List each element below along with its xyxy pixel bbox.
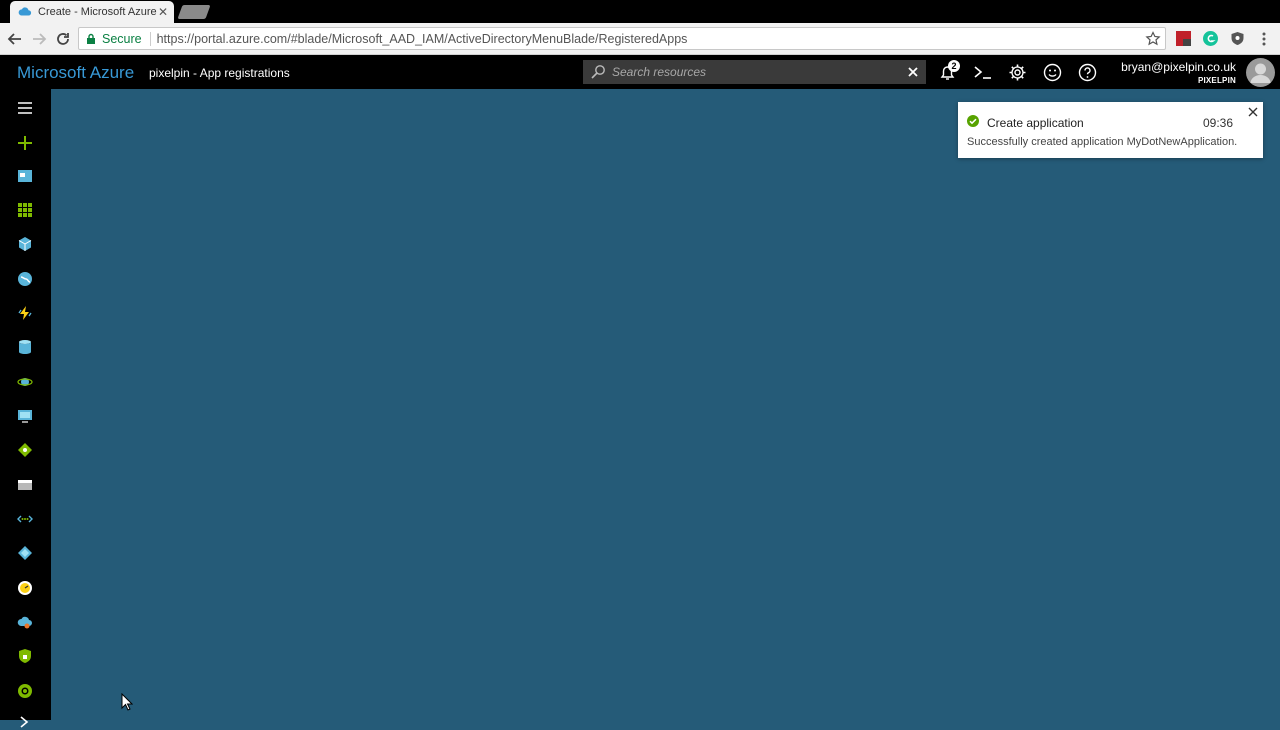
azure-cloud-icon	[18, 7, 32, 16]
resource-groups-icon[interactable]	[17, 236, 33, 252]
monitor-icon[interactable]	[17, 580, 33, 596]
success-check-icon	[967, 115, 979, 127]
azure-top-bar: Microsoft Azure pixelpin - App registrat…	[0, 55, 1280, 89]
forward-arrow-icon[interactable]	[30, 30, 48, 48]
grammarly-icon[interactable]	[1203, 31, 1218, 46]
shield-extension-icon[interactable]	[1230, 31, 1245, 46]
browser-tab[interactable]: Create - Microsoft Azure ✕	[10, 1, 174, 23]
pdf-extension-icon[interactable]	[1176, 31, 1191, 46]
app-services-icon[interactable]	[17, 271, 33, 287]
feedback-smiley-icon[interactable]	[1043, 63, 1062, 82]
avatar[interactable]	[1246, 58, 1275, 87]
create-resource-icon[interactable]	[17, 135, 33, 151]
cloud-shell-icon[interactable]	[973, 63, 992, 82]
user-account[interactable]: bryan@pixelpin.co.uk PIXELPIN	[1121, 60, 1236, 85]
cosmos-db-icon[interactable]	[17, 374, 33, 390]
clear-search-icon[interactable]	[906, 65, 920, 79]
virtual-machines-icon[interactable]	[17, 408, 33, 424]
load-balancers-icon[interactable]	[17, 442, 33, 458]
tenant-name: PIXELPIN	[1197, 76, 1236, 85]
secure-label: Secure	[102, 31, 142, 46]
cost-management-icon[interactable]	[17, 683, 33, 699]
notification-title: Create application	[987, 116, 1084, 130]
more-services-icon[interactable]	[17, 714, 33, 730]
bookmark-star-icon[interactable]	[1145, 31, 1161, 47]
new-tab-button[interactable]	[177, 5, 211, 19]
search-box[interactable]	[583, 60, 926, 84]
azure-ad-icon[interactable]	[17, 545, 33, 561]
breadcrumb[interactable]: pixelpin - App registrations	[149, 66, 290, 80]
notification-toast[interactable]: Create application 09:36 Successfully cr…	[958, 102, 1263, 158]
function-apps-icon[interactable]	[17, 305, 33, 321]
storage-accounts-icon[interactable]	[17, 477, 33, 493]
sidebar	[0, 89, 51, 728]
browser-menu-icon[interactable]	[1261, 31, 1267, 47]
back-arrow-icon[interactable]	[6, 30, 24, 48]
notification-message: Successfully created application MyDotNe…	[967, 136, 1238, 148]
sql-databases-icon[interactable]	[17, 339, 33, 355]
mouse-cursor-icon	[121, 693, 133, 711]
browser-tab-title: Create - Microsoft Azure	[38, 6, 157, 18]
search-input[interactable]	[610, 64, 906, 80]
address-bar[interactable]: Secure https://portal.azure.com/#blade/M…	[78, 27, 1166, 50]
browser-tab-strip: Create - Microsoft Azure ✕	[0, 0, 1280, 23]
user-email: bryan@pixelpin.co.uk	[1121, 60, 1236, 74]
settings-gear-icon[interactable]	[1008, 63, 1027, 82]
notification-count-badge: 2	[948, 60, 960, 72]
lock-icon	[87, 33, 95, 44]
tab-close-icon[interactable]: ✕	[158, 5, 168, 19]
browser-toolbar: Secure https://portal.azure.com/#blade/M…	[0, 23, 1280, 55]
security-center-icon[interactable]	[17, 648, 33, 664]
menu-icon[interactable]	[17, 100, 33, 116]
url-text[interactable]: https://portal.azure.com/#blade/Microsof…	[157, 32, 688, 46]
reload-icon[interactable]	[54, 30, 72, 48]
notification-time: 09:36	[1202, 116, 1233, 130]
virtual-networks-icon[interactable]	[17, 511, 33, 527]
help-icon[interactable]	[1078, 63, 1097, 82]
dashboard-icon[interactable]	[17, 168, 33, 184]
search-icon	[591, 65, 605, 79]
all-services-icon[interactable]	[17, 202, 33, 218]
advisor-icon[interactable]	[17, 614, 33, 630]
close-icon[interactable]	[1248, 107, 1258, 117]
address-separator	[149, 31, 151, 46]
main-content	[51, 89, 1280, 720]
azure-brand[interactable]: Microsoft Azure	[17, 63, 134, 83]
